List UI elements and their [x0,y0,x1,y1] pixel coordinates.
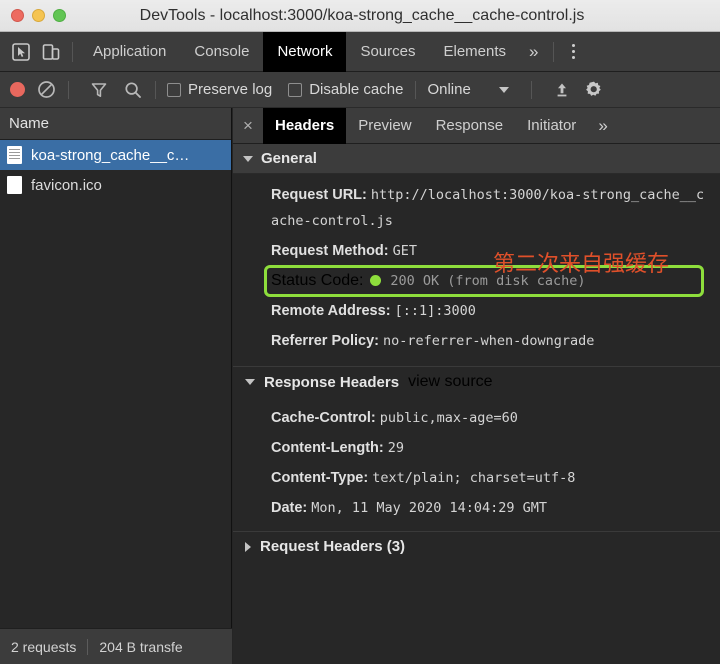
clear-icon[interactable] [33,77,59,103]
disable-cache-label: Disable cache [309,81,404,98]
row-content-length: Content-Length: 29 [233,433,720,463]
toolbar-divider-4 [530,80,532,99]
tab-sources[interactable]: Sources [346,32,429,72]
row-key: Date: [271,500,308,516]
row-value: no-referrer-when-downgrade [383,333,595,349]
request-headers-title: Request Headers (3) [260,538,406,555]
row-value: GET [392,243,418,259]
network-status-bar: 2 requests 204 B transfe [0,628,232,664]
tab-headers[interactable]: Headers [263,107,347,144]
filter-icon[interactable] [86,77,112,103]
details-tabbar: × Headers Preview Response Initiator » [233,107,720,144]
gear-icon[interactable] [581,77,607,103]
response-headers-section-header[interactable]: Response Headers view source [233,367,720,397]
status-ok-dot-icon [369,275,381,287]
row-date: Date: Mon, 11 May 2020 14:04:29 GMT [233,493,720,523]
row-key: Cache-Control: [271,410,376,426]
row-value: public,max-age=60 [379,410,518,426]
requests-column-header[interactable]: Name [0,108,231,140]
row-cache-control: Cache-Control: public,max-age=60 [233,403,720,433]
response-headers-title: Response Headers [264,373,400,391]
requests-panel: Name koa-strong_cache__c… favicon.ico 2 … [0,108,232,664]
row-key: Referrer Policy: [271,333,379,349]
search-icon[interactable] [120,77,146,103]
chevron-right-icon[interactable] [245,541,251,552]
tabbar-divider-right [553,41,555,62]
view-source-link[interactable]: view source [408,373,492,391]
devtools-tabbar: Application Console Network Sources Elem… [0,31,720,72]
tab-application[interactable]: Application [79,32,180,72]
tab-response[interactable]: Response [424,108,516,144]
request-row-favicon[interactable]: favicon.ico [0,170,231,200]
chevron-down-icon[interactable] [243,155,253,162]
device-toolbar-icon[interactable] [36,37,66,67]
row-key: Content-Length: [271,440,384,456]
import-har-icon[interactable] [549,77,575,103]
tabbar-divider [72,41,73,62]
chevron-down-icon[interactable] [245,379,255,385]
js-file-icon [7,146,22,164]
row-value: Mon, 11 May 2020 14:04:29 GMT [311,500,547,516]
more-details-tabs-icon[interactable]: » [588,108,617,144]
tab-initiator[interactable]: Initiator [515,108,588,144]
annotation-text: 第二次来自强缓存 [493,252,670,277]
row-key: Status Code: [271,272,364,289]
throttle-select-value[interactable]: Online [427,81,470,98]
row-remote-address: Remote Address: [::1]:3000 [233,296,720,326]
chevron-down-icon[interactable] [498,86,509,93]
row-key: Request Method: [271,243,389,259]
request-row-js[interactable]: koa-strong_cache__c… [0,140,231,170]
window-title: DevTools - localhost:3000/koa-strong_cac… [139,6,585,24]
tab-preview[interactable]: Preview [346,108,423,144]
preserve-log-label: Preserve log [188,81,273,98]
kebab-menu-icon[interactable] [560,32,586,72]
tab-console[interactable]: Console [180,32,263,72]
request-name: favicon.ico [31,176,102,194]
row-content-type: Content-Type: text/plain; charset=utf-8 [233,463,720,493]
toolbar-divider-2 [155,80,156,99]
more-tabs-icon[interactable]: » [520,32,547,72]
inspect-element-icon[interactable] [6,37,36,67]
row-referrer-policy: Referrer Policy: no-referrer-when-downgr… [233,326,720,356]
disable-cache-checkbox-row[interactable]: Disable cache [288,81,403,98]
disable-cache-checkbox[interactable] [288,82,303,97]
close-icon[interactable]: × [233,108,263,144]
network-toolbar: Preserve log Disable cache Online [0,72,720,108]
preserve-log-checkbox[interactable] [167,82,181,97]
image-file-icon [7,176,22,194]
record-button-icon[interactable] [10,82,25,97]
row-key: Remote Address: [271,303,391,319]
toolbar-divider-1 [68,80,69,99]
requests-count: 2 requests [11,638,77,655]
toolbar-divider-3 [415,80,417,99]
preserve-log-checkbox-row[interactable]: Preserve log [167,81,272,98]
row-value: text/plain; charset=utf-8 [372,470,576,486]
request-headers-section-header[interactable]: Request Headers (3) [233,531,720,561]
tab-elements[interactable]: Elements [429,32,520,72]
details-panel: × Headers Preview Response Initiator » G… [233,107,720,664]
request-name: koa-strong_cache__c… [31,146,190,164]
devtools-window: DevTools - localhost:3000/koa-strong_cac… [0,0,720,664]
row-value: [::1]:3000 [394,303,476,319]
response-headers-rows: Cache-Control: public,max-age=60 Content… [233,397,720,531]
row-key: Content-Type: [271,470,369,486]
tab-network[interactable]: Network [263,31,347,72]
row-value: 29 [387,440,405,456]
row-key: Request URL: [271,187,367,203]
transferred-size: 204 B transfe [99,638,183,655]
general-section-header[interactable]: General [233,144,720,174]
general-section-title: General [261,150,317,167]
row-request-url: Request URL: http://localhost:3000/koa-s… [233,180,720,236]
window-titlebar: DevTools - localhost:3000/koa-strong_cac… [0,0,720,32]
